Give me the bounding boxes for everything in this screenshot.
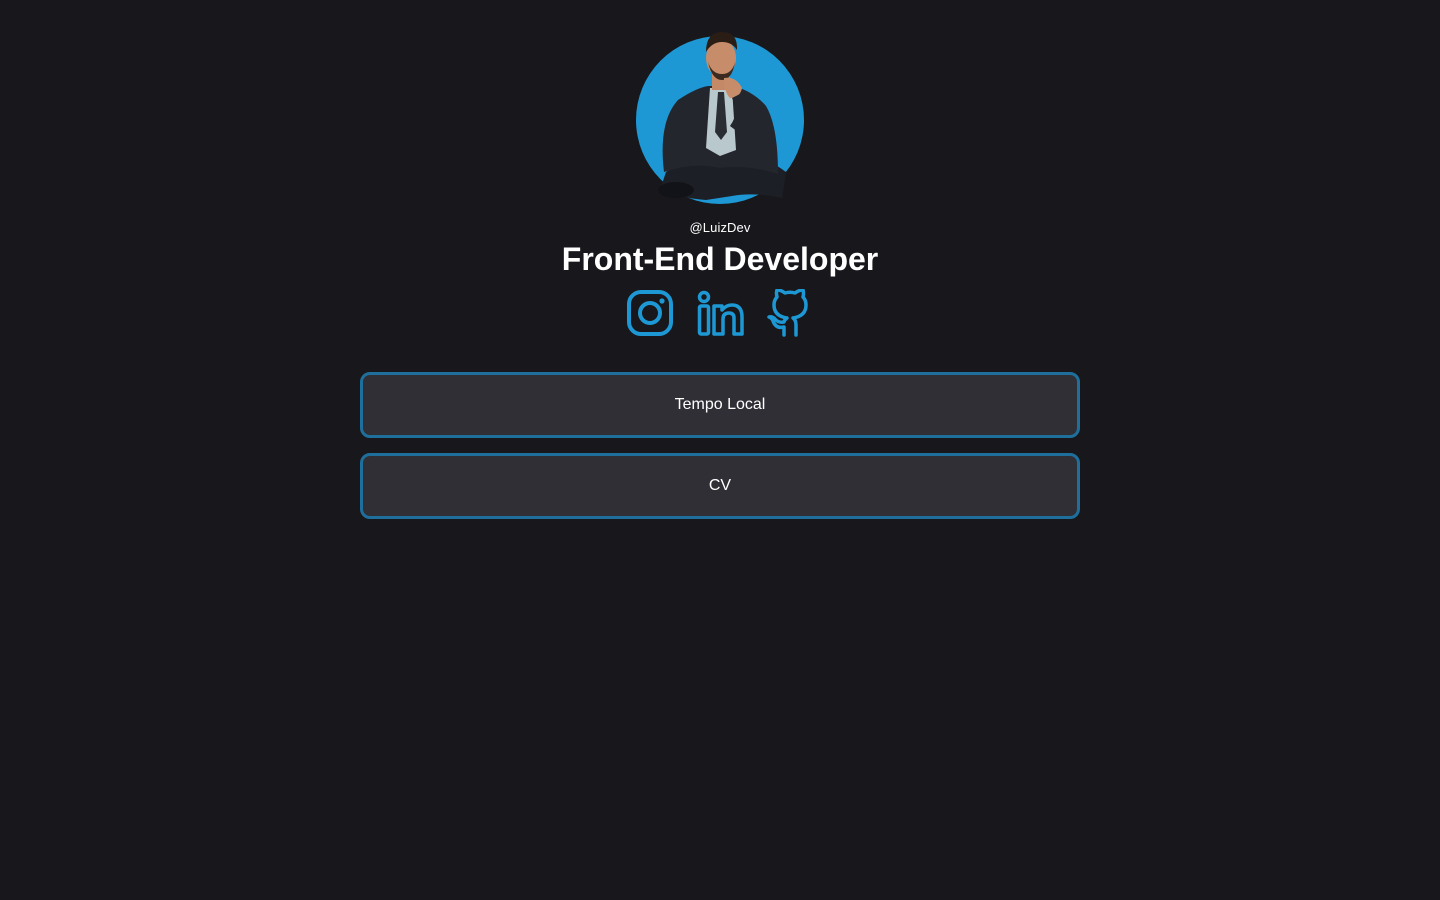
tempo-local-button[interactable]: Tempo Local: [360, 372, 1080, 438]
link-tree-page: @LuizDev Front-End Developer Tempo Local…: [0, 0, 1440, 900]
link-list: Tempo Local CV: [360, 372, 1080, 534]
cv-label: CV: [708, 477, 732, 494]
linkedin-icon: [697, 290, 744, 336]
github-link[interactable]: [766, 289, 814, 337]
cv-button[interactable]: CV: [360, 453, 1080, 519]
profile-header: @LuizDev Front-End Developer: [0, 0, 1440, 337]
github-icon: [767, 289, 808, 337]
social-links: [626, 289, 814, 337]
profile-title: Front-End Developer: [561, 241, 879, 277]
instagram-link[interactable]: [626, 289, 674, 337]
instagram-icon: [627, 290, 673, 336]
linkedin-link[interactable]: [696, 289, 744, 337]
avatar: [636, 22, 804, 204]
profile-handle: @LuizDev: [689, 220, 751, 235]
tempo-local-label: Tempo Local: [674, 396, 766, 413]
avatar-photo: [658, 32, 786, 200]
